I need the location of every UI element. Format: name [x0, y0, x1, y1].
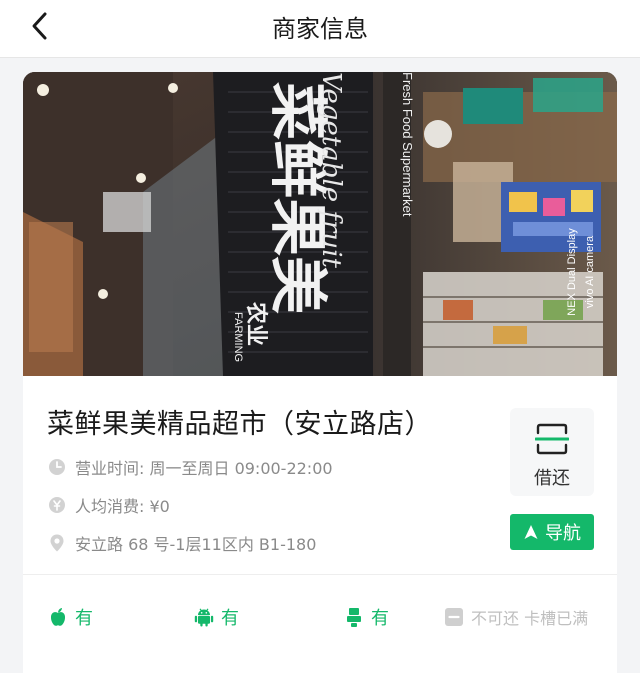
scan-icon	[534, 422, 570, 456]
navigate-label: 导航	[545, 523, 581, 544]
feature-apple: 有	[47, 602, 93, 632]
sign-small: 农业	[244, 301, 269, 346]
location-pin-icon	[47, 533, 67, 553]
borrow-return-button[interactable]: 借还	[510, 408, 594, 496]
address-text: 安立路 68 号-1层11区内 B1-180	[75, 535, 317, 554]
navigate-button[interactable]: 导航	[510, 514, 594, 550]
divider	[23, 574, 617, 575]
feature-lightning: 有	[343, 602, 389, 632]
hours-row: 营业时间: 周一至周日 09:00-22:00	[47, 454, 333, 480]
apple-icon	[47, 606, 69, 628]
avg-spend-text: 人均消费: ¥0	[75, 497, 170, 516]
price-icon	[47, 495, 67, 515]
lightning-cable-icon	[343, 606, 365, 628]
watermark-line1: NEX Dual Display	[566, 228, 578, 316]
store-name: 菜鲜果美精品超市（安立路店）	[47, 409, 432, 440]
borrow-return-label: 借还	[534, 468, 570, 489]
store-photo: 菜鲜果美 Vegetable fruit 农业 FARMING Fresh Fo…	[23, 72, 617, 376]
navigation-bar: 商家信息	[0, 0, 640, 58]
watermark-line2: vivo AI camera	[584, 235, 596, 308]
clock-icon	[47, 457, 67, 477]
sign-subtitle: Vegetable fruit	[316, 72, 346, 268]
store-card: 菜鲜果美 Vegetable fruit 农业 FARMING Fresh Fo…	[23, 72, 617, 673]
feature-android-label: 有	[221, 608, 239, 629]
feature-return-status: 不可还 卡槽已满	[443, 602, 588, 632]
minus-box-icon	[443, 606, 465, 628]
sign-small-en: FARMING	[232, 312, 244, 362]
hours-text: 营业时间: 周一至周日 09:00-22:00	[75, 459, 333, 478]
android-icon	[193, 606, 215, 628]
navigation-arrow-icon	[523, 524, 539, 540]
banner-text: Fresh Food Supermarket	[400, 72, 415, 217]
page-title: 商家信息	[272, 15, 368, 43]
feature-apple-label: 有	[75, 608, 93, 629]
address-row: 安立路 68 号-1层11区内 B1-180	[47, 530, 316, 556]
feature-return-status-label: 不可还 卡槽已满	[471, 609, 589, 628]
spend-row: 人均消费: ¥0	[47, 492, 170, 518]
feature-android: 有	[193, 602, 239, 632]
feature-lightning-label: 有	[371, 608, 389, 629]
